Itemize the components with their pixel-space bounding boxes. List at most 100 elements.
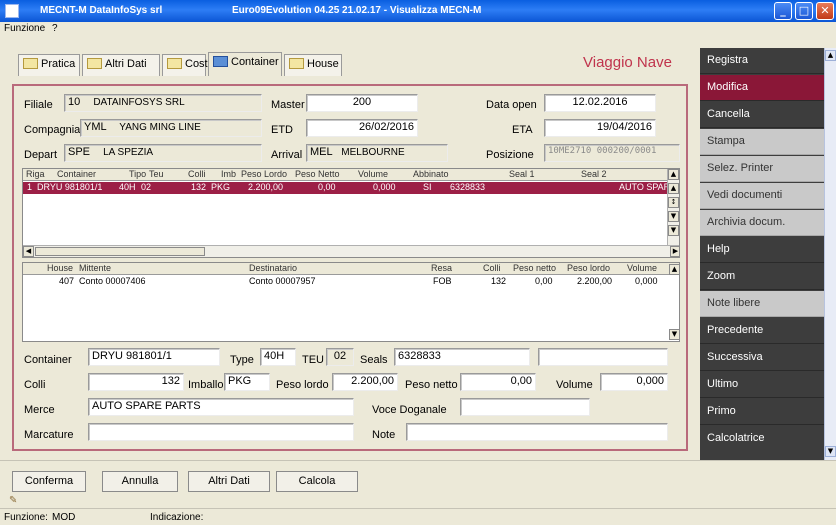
- house-grid[interactable]: House Mittente Destinatario Resa Colli P…: [22, 262, 680, 342]
- calcola-button[interactable]: Calcola: [276, 471, 358, 492]
- arrival-code: MEL: [310, 146, 333, 158]
- sidebar-item-stampa[interactable]: Stampa: [700, 129, 824, 155]
- sidebar-item-precedente[interactable]: Precedente: [700, 318, 824, 344]
- voce-doganale-input[interactable]: [460, 398, 590, 416]
- scroll-right-icon[interactable]: ▶: [670, 246, 679, 257]
- container-grid-hscroll[interactable]: ◀ ▶: [23, 245, 679, 257]
- annulla-button[interactable]: Annulla: [102, 471, 178, 492]
- colli-input[interactable]: 132: [88, 373, 184, 391]
- scroll-updown-icon[interactable]: ↕: [668, 197, 679, 208]
- container-grid-vscroll[interactable]: ▲ ▲ ↕ ▼ ▼: [667, 169, 679, 245]
- sidebar-item-primo[interactable]: Primo: [700, 399, 824, 425]
- menu-help[interactable]: ?: [52, 23, 58, 34]
- sidebar-scroll-up-icon[interactable]: ▲: [825, 50, 836, 61]
- col-volume-h: Volume: [627, 263, 658, 273]
- depart-field[interactable]: SPE LA SPEZIA: [64, 144, 262, 162]
- house-scroll-up-icon[interactable]: ▲: [669, 264, 679, 275]
- cell-imb: PKG: [211, 182, 231, 192]
- sidebar-item-selez-printer[interactable]: Selez. Printer: [700, 156, 824, 182]
- house-grid-header: House Mittente Destinatario Resa Colli P…: [23, 263, 679, 275]
- sidebar-item-registra[interactable]: Registra: [700, 48, 824, 74]
- sidebar-item-archivia-docum[interactable]: Archivia docum.: [700, 210, 824, 236]
- peso-netto-input[interactable]: 0,00: [460, 373, 536, 391]
- scroll-down-page-icon[interactable]: ▼: [668, 211, 679, 222]
- tab-container[interactable]: Container: [208, 52, 282, 76]
- house-scroll-down-icon[interactable]: ▼: [669, 329, 679, 340]
- table-row[interactable]: 1 DRYU 981801/1 40H 02 132 PKG 2.200,00 …: [23, 182, 679, 194]
- maximize-button[interactable]: □: [795, 2, 813, 20]
- peso-lordo-input[interactable]: 2.200,00: [332, 373, 398, 391]
- status-bar: Funzione: MOD Indicazione:: [0, 508, 836, 525]
- teu-field[interactable]: 02: [326, 348, 354, 366]
- pencil-icon: ✎: [9, 495, 18, 506]
- cell-peso-lordo-h: 2.200,00: [577, 276, 613, 286]
- container-grid-header: Riga Container Tipo Teu Colli Imb Peso L…: [23, 169, 679, 181]
- scroll-up-icon[interactable]: ▲: [668, 169, 679, 180]
- depart-code: SPE: [68, 146, 91, 158]
- voce-doganale-label: Voce Doganale: [372, 404, 447, 416]
- etd-field[interactable]: 26/02/2016: [306, 119, 418, 137]
- conferma-button[interactable]: Conferma: [12, 471, 86, 492]
- tab-house[interactable]: House: [284, 54, 342, 76]
- note-input[interactable]: [406, 423, 668, 441]
- sidebar-item-zoom[interactable]: Zoom: [700, 264, 824, 290]
- scroll-down-icon[interactable]: ▼: [668, 225, 679, 236]
- sidebar-item-cancella[interactable]: Cancella: [700, 102, 824, 128]
- table-row[interactable]: 407 Conto 00007406 Conto 00007957 FOB 13…: [23, 276, 679, 288]
- container-grid[interactable]: Riga Container Tipo Teu Colli Imb Peso L…: [22, 168, 680, 258]
- container-input[interactable]: DRYU 981801/1: [88, 348, 220, 366]
- compagnia-field[interactable]: YML YANG MING LINE: [80, 119, 262, 137]
- posizione-field[interactable]: 10ME2710 000200/0001: [544, 144, 680, 162]
- folder-icon: [87, 58, 102, 69]
- sidebar-item-calcolatrice[interactable]: Calcolatrice: [700, 426, 824, 460]
- note-label: Note: [372, 429, 396, 441]
- filiale-desc: DATAINFOSYS SRL: [93, 97, 185, 108]
- volume-input[interactable]: 0,000: [600, 373, 668, 391]
- sidebar-item-vedi-documenti[interactable]: Vedi documenti: [700, 183, 824, 209]
- posizione-label: Posizione: [486, 149, 534, 161]
- filiale-field[interactable]: 10 DATAINFOSYS SRL: [64, 94, 262, 112]
- cell-abbinato: SI: [423, 182, 432, 192]
- type-input[interactable]: 40H: [260, 348, 296, 366]
- app-icon[interactable]: [5, 4, 19, 18]
- action-sidebar: Registra Modifica Cancella Stampa Selez.…: [700, 48, 824, 460]
- imballo-input[interactable]: PKG: [224, 373, 270, 391]
- merce-input[interactable]: AUTO SPARE PARTS: [88, 398, 354, 416]
- col-tipo: Tipo: [129, 169, 147, 179]
- cell-tipo: 40H: [119, 182, 136, 192]
- hscroll-thumb[interactable]: [35, 247, 205, 256]
- data-open-field[interactable]: 12.02.2016: [544, 94, 656, 112]
- sidebar-item-ultimo[interactable]: Ultimo: [700, 372, 824, 398]
- tab-altri-dati[interactable]: Altri Dati: [82, 54, 160, 76]
- sidebar-scroll-down-icon[interactable]: ▼: [825, 446, 836, 457]
- menu-funzione[interactable]: Funzione: [4, 23, 45, 34]
- tab-costi[interactable]: Costi: [162, 54, 210, 76]
- master-field[interactable]: 200: [306, 94, 418, 112]
- depart-label: Depart: [24, 149, 58, 161]
- arrival-desc: MELBOURNE: [341, 147, 405, 158]
- arrival-field[interactable]: MEL MELBOURNE: [306, 144, 448, 162]
- merce-label: Merce: [24, 404, 55, 416]
- cell-peso-netto: 0,00: [318, 182, 336, 192]
- scroll-up-page-icon[interactable]: ▲: [668, 183, 679, 194]
- altri-dati-button[interactable]: Altri Dati: [188, 471, 270, 492]
- scroll-left-icon[interactable]: ◀: [23, 246, 34, 257]
- cell-volume-h: 0,000: [635, 276, 658, 286]
- type-label: Type: [230, 354, 254, 366]
- sidebar-item-help[interactable]: Help: [700, 237, 824, 263]
- colli-label: Colli: [24, 379, 46, 391]
- col-seal1: Seal 1: [509, 169, 535, 179]
- cell-colli-h: 132: [491, 276, 507, 286]
- marcature-input[interactable]: [88, 423, 354, 441]
- seals2-input[interactable]: [538, 348, 668, 366]
- sidebar-item-note-libere[interactable]: Note libere: [700, 291, 824, 317]
- sidebar-item-modifica[interactable]: Modifica: [700, 75, 824, 101]
- close-button[interactable]: ✕: [816, 2, 834, 20]
- sidebar-scrollbar[interactable]: ▲ ▼: [824, 48, 836, 460]
- minimize-button[interactable]: _: [774, 2, 792, 20]
- seals-input[interactable]: 6328833: [394, 348, 530, 366]
- sidebar-item-successiva[interactable]: Successiva: [700, 345, 824, 371]
- tab-pratica[interactable]: Pratica: [18, 54, 80, 76]
- eta-field[interactable]: 19/04/2016: [544, 119, 656, 137]
- status-indicazione-label: Indicazione:: [150, 512, 204, 523]
